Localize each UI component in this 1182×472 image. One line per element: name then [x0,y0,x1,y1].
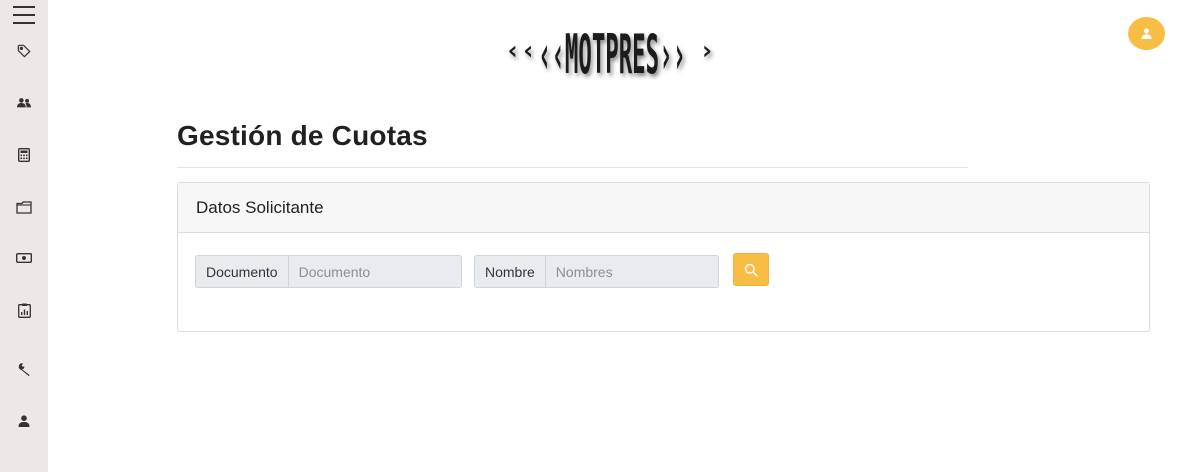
user-avatar-button[interactable] [1128,17,1165,50]
sidebar [0,0,48,472]
page-title: Gestión de Cuotas [177,120,428,151]
tag-icon[interactable] [14,41,34,61]
user-icon[interactable] [14,411,34,431]
card-header: Datos Solicitante [178,183,1149,233]
applicant-data-card: Datos Solicitante Documento Nombre [177,182,1150,332]
calculator-icon[interactable] [14,145,34,165]
user-icon [1141,28,1152,39]
nombre-input-group: Nombre [474,255,719,288]
users-icon[interactable] [14,93,34,113]
card-title: Datos Solicitante [196,197,324,217]
search-icon [744,263,758,277]
clipboard-report-icon[interactable] [14,300,34,320]
documento-label: Documento [195,255,289,288]
svg-text:‹‹: ‹‹ [505,36,536,66]
wrench-icon[interactable] [14,359,34,379]
documento-input-group: Documento [195,255,462,288]
menu-icon[interactable] [13,6,35,24]
motpres-logo: ‹‹ ›› ‹‹MOTPRES›› [505,23,719,80]
title-divider [177,167,968,168]
folder-icon[interactable] [14,197,34,217]
nombre-input[interactable] [545,255,719,288]
nombre-label: Nombre [474,255,546,288]
money-icon[interactable] [14,248,34,268]
svg-text:››: ›› [699,36,719,66]
logo-text: ‹‹MOTPRES›› [538,23,686,80]
search-button[interactable] [733,253,769,286]
documento-input[interactable] [288,255,462,288]
